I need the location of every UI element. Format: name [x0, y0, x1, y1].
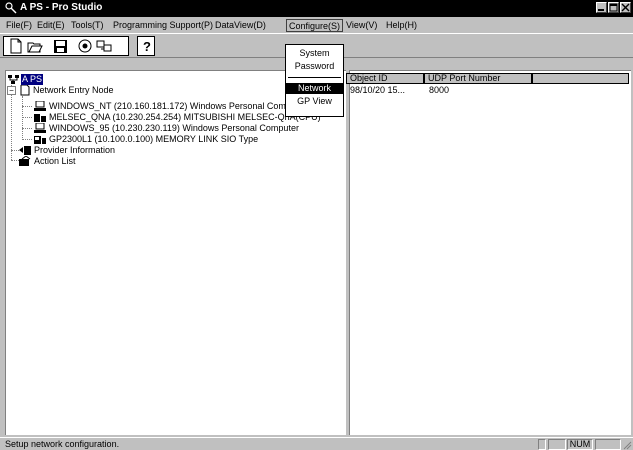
column-header-object-id[interactable]: Object ID — [346, 73, 424, 84]
tree-item-label: GP2300L1 (10.100.0.100) MEMORY LINK SIO … — [49, 134, 259, 144]
toolbar-group — [3, 36, 129, 56]
open-icon[interactable] — [26, 37, 44, 55]
menu-configure[interactable]: Configure(S) — [286, 19, 344, 32]
computer-icon — [34, 123, 46, 133]
status-panel-blank — [538, 439, 546, 450]
menu-separator — [288, 77, 341, 78]
plc-icon — [34, 114, 46, 122]
window-title: A PS - Pro Studio — [20, 2, 103, 13]
menu-item-gp-view[interactable]: GP View — [286, 96, 343, 107]
new-icon[interactable] — [7, 37, 25, 55]
toolbar-help-group: ? — [137, 36, 155, 56]
status-bar: Setup network configuration. NUM — [0, 437, 633, 450]
menu-view[interactable]: View(V) — [344, 19, 379, 32]
close-button[interactable] — [620, 2, 631, 13]
status-num-indicator: NUM — [567, 439, 593, 450]
action-list-icon — [19, 156, 31, 166]
configure-dropdown: System Password Network GP View — [285, 44, 344, 117]
menu-dataview[interactable]: DataView(D) — [213, 19, 268, 32]
tree-item-label: Network Entry Node — [33, 85, 114, 95]
column-header-blank[interactable] — [532, 73, 629, 84]
tree-item-label: Provider Information — [34, 145, 116, 155]
tree-root-label: A PS — [21, 74, 44, 85]
tree-line — [22, 96, 23, 140]
maximize-button[interactable] — [608, 2, 619, 13]
computer-icon — [34, 101, 46, 111]
menu-item-network[interactable]: Network — [286, 83, 343, 94]
menu-tools[interactable]: Tools(T) — [69, 19, 106, 32]
status-text: Setup network configuration. — [5, 439, 120, 449]
table-cell-object-id[interactable]: 98/10/20 15... — [350, 85, 405, 96]
network-icon — [8, 75, 19, 84]
tree-line — [22, 139, 32, 140]
document-icon — [20, 85, 30, 96]
tree-item-label: WINDOWS_NT (210.160.181.172) Windows Per… — [49, 101, 307, 111]
menu-file[interactable]: File(F) — [4, 19, 34, 32]
menu-programming-support[interactable]: Programming Support(P) — [111, 19, 215, 32]
title-bar: A PS - Pro Studio — [0, 0, 633, 17]
tree-line — [11, 85, 12, 160]
tree-item-label: Action List — [34, 156, 76, 166]
column-header-udp-port[interactable]: UDP Port Number — [424, 73, 532, 84]
tree-line — [22, 106, 32, 107]
menu-help[interactable]: Help(H) — [384, 19, 419, 32]
detail-pane[interactable]: Object ID UDP Port Number 98/10/20 15...… — [346, 70, 631, 435]
help-icon[interactable]: ? — [138, 37, 156, 55]
tree-line — [22, 128, 32, 129]
menu-bar: File(F) Edit(E) Tools(T) Programming Sup… — [0, 18, 633, 32]
tree-pane[interactable]: A PS − Network Entry Node WINDOWS_NT (21… — [5, 70, 346, 435]
minimize-button[interactable] — [596, 2, 607, 13]
tree-item-label: MELSEC_QNA (10.230.254.254) MITSUBISHI M… — [49, 112, 321, 122]
resize-grip-icon[interactable] — [622, 440, 632, 450]
status-panel-blank — [595, 439, 621, 450]
menu-item-password[interactable]: Password — [286, 61, 343, 72]
provider-icon — [19, 146, 31, 155]
tree-line — [22, 117, 32, 118]
tree-item-label: WINDOWS_95 (10.230.230.119) Windows Pers… — [49, 123, 299, 133]
gp-display-icon — [34, 136, 46, 144]
view-icon[interactable] — [76, 37, 94, 55]
menu-item-system[interactable]: System — [286, 48, 343, 59]
table-cell-udp-port[interactable]: 8000 — [429, 85, 449, 96]
status-panel-blank — [548, 439, 566, 450]
collapse-icon[interactable]: − — [7, 86, 16, 95]
transfer-icon[interactable] — [95, 37, 113, 55]
app-icon — [5, 2, 17, 14]
menu-edit[interactable]: Edit(E) — [35, 19, 67, 32]
svg-text:?: ? — [143, 39, 151, 54]
save-icon[interactable] — [51, 37, 69, 55]
